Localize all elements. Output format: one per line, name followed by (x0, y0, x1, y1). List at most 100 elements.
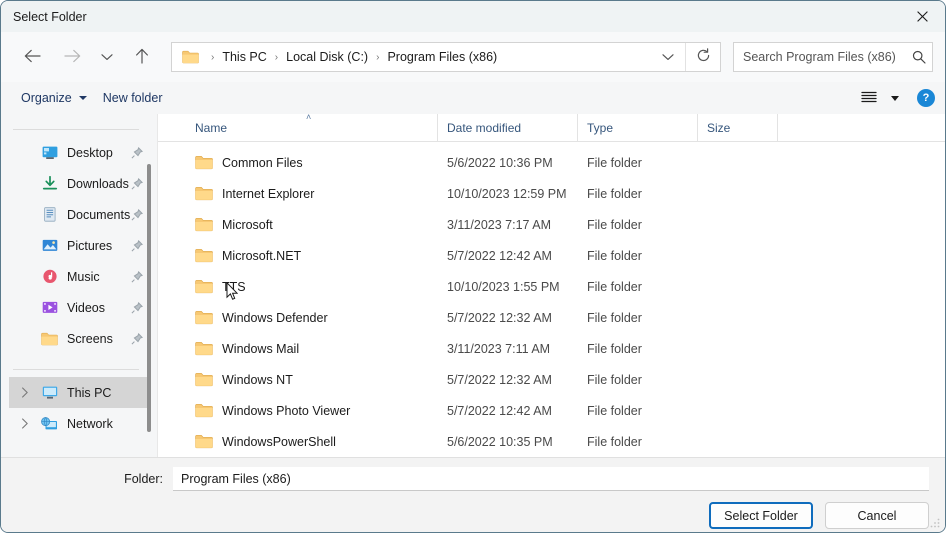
pin-icon[interactable] (130, 270, 143, 283)
search-input[interactable] (734, 50, 906, 64)
refresh-button[interactable] (686, 43, 720, 71)
change-view-button[interactable] (855, 85, 883, 111)
pin-icon[interactable] (130, 332, 143, 345)
table-row[interactable]: TTS 10/10/2023 1:55 PM File folder (186, 271, 945, 302)
close-button[interactable] (899, 1, 945, 32)
table-row[interactable]: WindowsPowerShell 5/6/2022 10:35 PM File… (186, 426, 945, 457)
breadcrumb-separator: › (376, 51, 380, 63)
folder-input[interactable] (173, 467, 929, 491)
cancel-button[interactable]: Cancel (825, 502, 929, 529)
column-header-date-modified[interactable]: Date modified (438, 114, 578, 141)
file-date: 3/11/2023 7:11 AM (447, 341, 551, 356)
sidebar-item-this-pc[interactable]: This PC (9, 377, 149, 408)
music-icon (41, 268, 58, 285)
sidebar-item-network[interactable]: Network (9, 408, 149, 439)
title-bar: Select Folder (1, 1, 945, 32)
sidebar-item-desktop[interactable]: Desktop (9, 137, 149, 168)
table-row[interactable]: Microsoft 3/11/2023 7:17 AM File folder (186, 209, 945, 240)
table-row[interactable]: Common Files 5/6/2022 10:36 PM File fold… (186, 147, 945, 178)
folder-icon (195, 372, 213, 387)
pin-icon[interactable] (130, 146, 143, 159)
address-dropdown-button[interactable] (651, 43, 685, 71)
folder-icon (41, 330, 58, 347)
view-options-button[interactable] (885, 85, 905, 111)
breadcrumb-this-pc[interactable]: This PC (220, 50, 268, 64)
breadcrumb-local-disk[interactable]: Local Disk (C:) (284, 50, 370, 64)
breadcrumb-program-files[interactable]: Program Files (x86) (385, 50, 499, 64)
file-date: 3/11/2023 7:17 AM (447, 217, 552, 232)
pin-icon[interactable] (130, 177, 143, 190)
pictures-icon (41, 237, 58, 254)
sidebar-item-videos[interactable]: Videos (9, 292, 149, 323)
chevron-down-icon (78, 96, 87, 100)
file-name: Common Files (222, 155, 303, 170)
file-type: File folder (587, 403, 642, 418)
window-title: Select Folder (13, 9, 87, 24)
sort-ascending-icon: ˄ (306, 112, 312, 122)
videos-icon (41, 299, 58, 316)
search-icon[interactable] (906, 50, 932, 64)
sidebar-item-downloads[interactable]: Downloads (9, 168, 149, 199)
chevron-right-icon[interactable] (19, 387, 31, 399)
file-date: 10/10/2023 1:55 PM (447, 279, 560, 294)
sidebar-scrollbar-thumb[interactable] (147, 164, 151, 432)
table-row[interactable]: Windows Photo Viewer 5/7/2022 12:42 AM F… (186, 395, 945, 426)
sidebar-item-documents[interactable]: Documents (9, 199, 149, 230)
column-header-size[interactable]: Size (698, 114, 778, 141)
downloads-icon (41, 175, 58, 192)
table-row[interactable]: Windows Defender 5/7/2022 12:32 AM File … (186, 302, 945, 333)
file-list-pane: ˄ Name Date modified Type Size Common Fi… (157, 112, 945, 457)
file-rows: Common Files 5/6/2022 10:36 PM File fold… (158, 142, 945, 457)
folder-row: Folder: (1, 462, 945, 496)
search-box[interactable] (733, 42, 933, 72)
table-row[interactable]: Microsoft.NET 5/7/2022 12:42 AM File fol… (186, 240, 945, 271)
sidebar-item-pictures[interactable]: Pictures (9, 230, 149, 261)
file-name: Windows Defender (222, 310, 328, 325)
forward-arrow-icon (63, 49, 81, 66)
column-header-name[interactable]: ˄ Name (186, 112, 438, 141)
file-name: Microsoft (222, 217, 273, 232)
address-bar[interactable]: › This PC › Local Disk (C:) › Program Fi… (171, 42, 721, 72)
table-row[interactable]: Windows Mail 3/11/2023 7:11 AM File fold… (186, 333, 945, 364)
select-folder-label: Select Folder (724, 508, 798, 523)
help-icon: ? (922, 92, 930, 104)
file-name: Windows Photo Viewer (222, 403, 351, 418)
back-button[interactable] (17, 42, 47, 72)
chevron-right-icon[interactable] (19, 418, 31, 430)
file-date: 5/7/2022 12:42 AM (447, 248, 552, 263)
up-button[interactable] (127, 42, 157, 72)
new-folder-button[interactable]: New folder (95, 86, 171, 110)
folder-icon (195, 341, 213, 356)
chevron-down-icon (101, 50, 113, 64)
folder-icon (195, 434, 213, 449)
roots-list: This PC Network (1, 370, 157, 439)
file-type: File folder (587, 434, 642, 449)
forward-button[interactable] (57, 42, 87, 72)
dialog-body: Desktop Downloads Documents Pictures Mus… (1, 112, 945, 457)
pin-icon[interactable] (130, 208, 143, 221)
file-date: 5/7/2022 12:32 AM (447, 310, 552, 325)
table-row[interactable]: Windows NT 5/7/2022 12:32 AM File folder (186, 364, 945, 395)
organize-button[interactable]: Organize (13, 86, 95, 110)
resize-grip-icon[interactable] (929, 517, 941, 529)
file-name: Windows NT (222, 372, 293, 387)
pin-icon[interactable] (130, 301, 143, 314)
column-label: Size (707, 120, 731, 135)
command-bar: Organize New folder ? (1, 82, 945, 114)
file-type: File folder (587, 186, 642, 201)
help-button[interactable]: ? (917, 89, 935, 107)
this-pc-icon (41, 384, 58, 401)
folder-icon (195, 186, 213, 201)
breadcrumb-folder-icon (182, 50, 199, 64)
column-header-type[interactable]: Type (578, 114, 698, 141)
sidebar-item-screens[interactable]: Screens (9, 323, 149, 354)
select-folder-button[interactable]: Select Folder (709, 502, 813, 529)
sidebar-item-music[interactable]: Music (9, 261, 149, 292)
file-date: 5/7/2022 12:42 AM (447, 403, 552, 418)
file-type: File folder (587, 372, 642, 387)
column-header-row: ˄ Name Date modified Type Size (158, 112, 945, 142)
recent-locations-button[interactable] (95, 42, 119, 72)
table-row[interactable]: Internet Explorer 10/10/2023 12:59 PM Fi… (186, 178, 945, 209)
pin-icon[interactable] (130, 239, 143, 252)
sidebar-label: This PC (67, 385, 112, 400)
